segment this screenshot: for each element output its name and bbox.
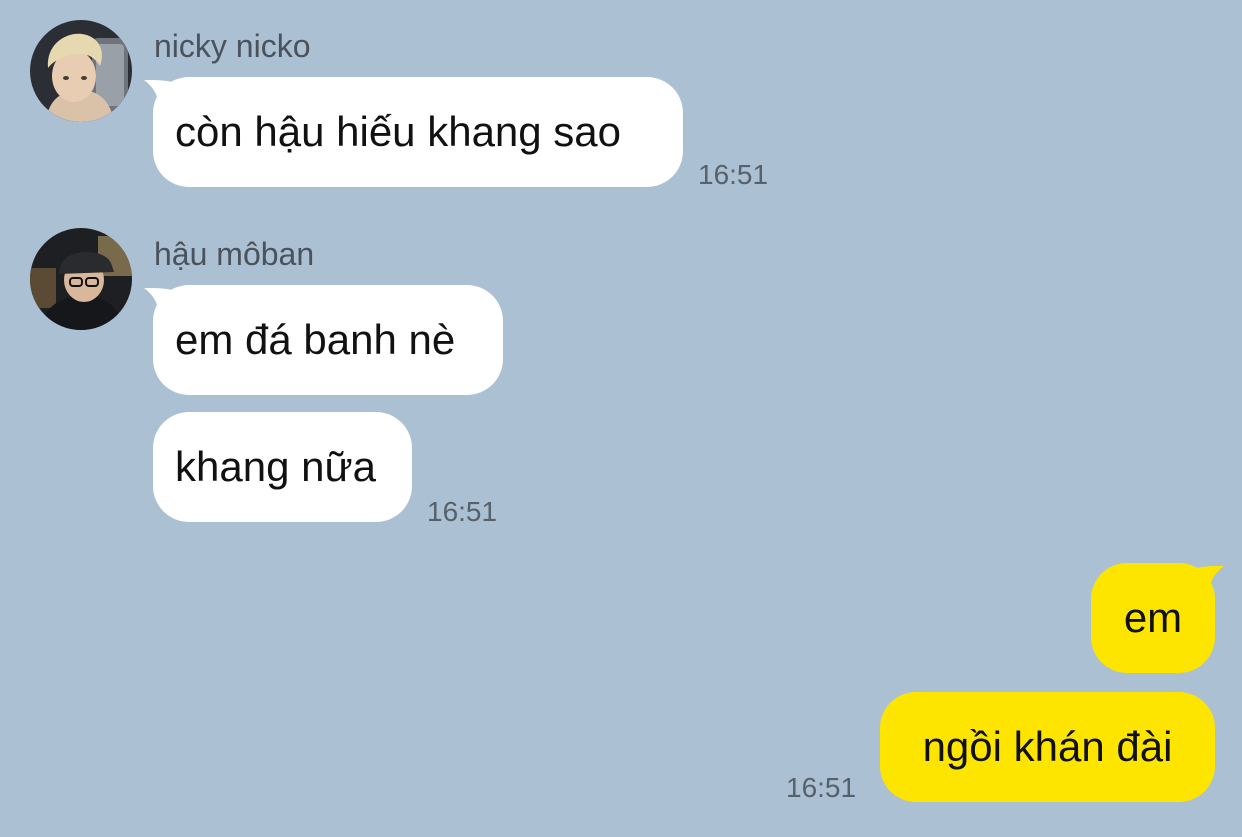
hau-moban-avatar[interactable] [30, 228, 132, 330]
message-timestamp: 16:51 [427, 496, 498, 527]
message-bubble[interactable]: em đá banh nè [153, 285, 503, 395]
sender-name: nicky nicko [154, 28, 311, 64]
nicky-nicko-avatar[interactable] [30, 20, 132, 122]
message-bubble[interactable]: còn hậu hiếu khang sao [153, 77, 683, 187]
message-bubble[interactable]: em [1091, 563, 1215, 673]
message-bubble[interactable]: khang nữa [153, 412, 412, 522]
message-timestamp: 16:51 [786, 772, 857, 803]
message-bubble[interactable]: ngồi khán đài [880, 692, 1215, 802]
avatar-photo-icon [30, 228, 132, 330]
sender-name: hậu môban [154, 236, 315, 272]
avatar-photo-icon [30, 20, 132, 122]
message-timestamp: 16:51 [698, 159, 769, 190]
